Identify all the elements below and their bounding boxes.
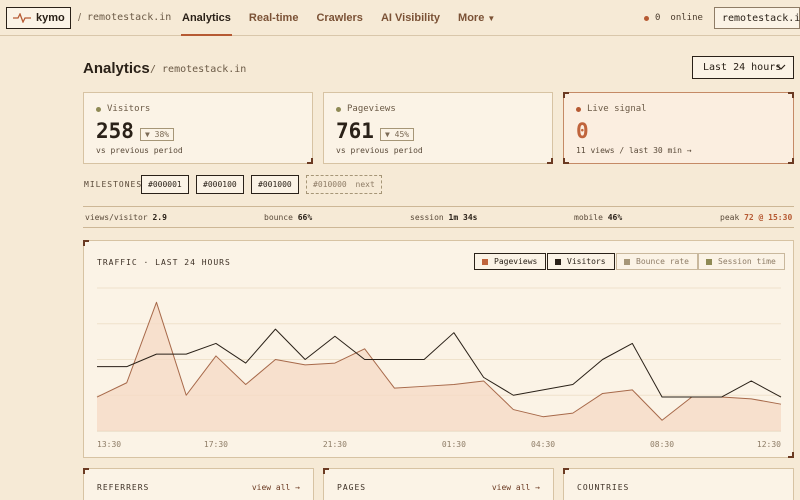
nav-realtime[interactable]: Real-time xyxy=(249,0,299,36)
online-count: 0 xyxy=(655,13,661,23)
breadcrumb-separator: / xyxy=(78,12,82,24)
pageviews-label: Pageviews xyxy=(347,104,396,114)
visitors-delta-badge: ▼ 38% xyxy=(140,128,175,141)
card-corner xyxy=(307,158,313,164)
status-dot-icon xyxy=(96,106,101,112)
pageviews-delta-badge: ▼ 45% xyxy=(380,128,415,141)
x-tick-label: 17:30 xyxy=(204,440,228,449)
status-dot-icon xyxy=(336,106,341,112)
live-signal-label: Live signal xyxy=(587,104,647,114)
card-corner xyxy=(788,158,794,164)
referrers-panel: REFERRERS view all → xyxy=(83,468,314,500)
referrers-title: REFERRERS xyxy=(97,483,150,492)
nav-crawlers[interactable]: Crawlers xyxy=(316,0,362,36)
pulse-icon xyxy=(13,13,31,23)
top-nav: kymo / remotestack.in Analytics Real-tim… xyxy=(0,0,800,36)
card-corner xyxy=(323,468,329,474)
milestone-badge: #001000 xyxy=(251,175,299,194)
online-indicator: 0 online xyxy=(644,13,703,23)
metric-peak: peak 72 @ 15:30 xyxy=(720,213,793,222)
metric-session: session 1m 34s xyxy=(410,213,478,222)
traffic-chart-panel: TRAFFIC · LAST 24 HOURS Pageviews Visito… xyxy=(83,240,794,458)
main-nav: Analytics Real-time Crawlers AI Visibili… xyxy=(181,0,513,36)
countries-panel: COUNTRIES xyxy=(563,468,794,500)
page-title: Analytics xyxy=(83,60,150,77)
card-corner xyxy=(83,468,89,474)
pages-panel: PAGES view all → xyxy=(323,468,554,500)
x-tick-label: 08:30 xyxy=(650,440,674,449)
nav-more-label: More xyxy=(458,12,485,24)
live-signal-note: 11 views / last 30 min → xyxy=(576,146,692,155)
metric-bounce: bounce 66% xyxy=(264,213,313,222)
visitors-card: Visitors 258 ▼ 38% vs previous period xyxy=(83,92,313,164)
live-dot-icon xyxy=(576,106,581,112)
nav-ai-visibility[interactable]: AI Visibility xyxy=(381,0,440,36)
card-corner xyxy=(563,468,569,474)
online-label: online xyxy=(670,13,703,23)
milestone-next-value: #010000 xyxy=(313,180,347,189)
brand-name: kymo xyxy=(36,12,65,24)
site-name: remotestack.in xyxy=(87,12,172,23)
brand-logo[interactable]: kymo xyxy=(6,7,71,29)
pageviews-value: 761 xyxy=(336,119,374,143)
card-corner xyxy=(788,92,794,98)
referrers-view-all-link[interactable]: view all → xyxy=(252,483,300,492)
x-tick-label: 13:30 xyxy=(97,440,121,449)
card-corner xyxy=(547,158,553,164)
milestones-label: MILESTONES xyxy=(84,180,143,189)
visitors-note: vs previous period xyxy=(96,146,183,155)
pages-view-all-link[interactable]: view all → xyxy=(492,483,540,492)
site-selector[interactable]: remotestack.in xyxy=(714,7,800,29)
milestone-next-label: next xyxy=(355,180,375,189)
nav-analytics[interactable]: Analytics xyxy=(181,0,232,36)
milestone-badge: #000100 xyxy=(196,175,244,194)
x-tick-label: 12:30 xyxy=(757,440,781,449)
pageviews-note: vs previous period xyxy=(336,146,423,155)
card-corner xyxy=(563,158,569,164)
pageviews-card: Pageviews 761 ▼ 45% vs previous period xyxy=(323,92,553,164)
metric-mobile: mobile 46% xyxy=(574,213,623,222)
x-tick-label: 01:30 xyxy=(442,440,466,449)
nav-more[interactable]: More ▼ xyxy=(458,0,495,36)
status-dot-icon xyxy=(644,15,649,21)
milestone-next-badge: #010000 next xyxy=(306,175,382,194)
metrics-row: views/visitor 2.9 bounce 66% session 1m … xyxy=(83,206,794,228)
live-signal-value: 0 xyxy=(576,119,589,143)
pages-title: PAGES xyxy=(337,483,367,492)
milestone-badge: #000001 xyxy=(141,175,189,194)
live-signal-card[interactable]: Live signal 0 11 views / last 30 min → xyxy=(563,92,794,164)
chevron-down-icon: ▼ xyxy=(487,14,496,23)
site-selector-value: remotestack.in xyxy=(722,12,800,24)
traffic-line-chart[interactable]: 13:30 17:30 21:30 01:30 04:30 08:30 12:30 xyxy=(84,241,793,457)
pageviews-area xyxy=(97,302,781,431)
visitors-label: Visitors xyxy=(107,104,151,114)
countries-title: COUNTRIES xyxy=(577,483,630,492)
x-tick-label: 21:30 xyxy=(323,440,347,449)
metric-views-per-visitor: views/visitor 2.9 xyxy=(85,213,167,222)
chevron-down-icon xyxy=(776,64,786,70)
page-subtitle: / remotestack.in xyxy=(150,64,247,75)
x-tick-label: 04:30 xyxy=(531,440,555,449)
date-range-select[interactable]: Last 24 hours xyxy=(692,56,794,79)
card-corner xyxy=(563,92,569,98)
visitors-value: 258 xyxy=(96,119,134,143)
date-range-value: Last 24 hours xyxy=(703,62,782,73)
